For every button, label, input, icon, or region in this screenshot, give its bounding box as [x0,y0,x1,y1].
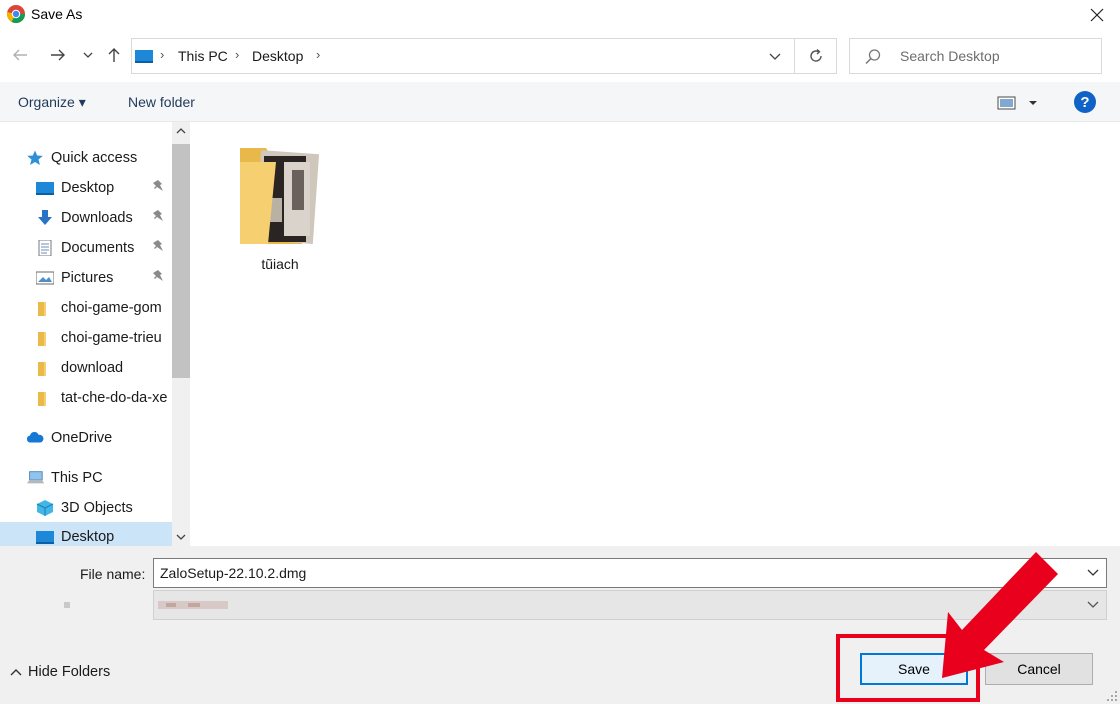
breadcrumb-separator: › [160,47,165,62]
chevron-down-icon [83,52,93,58]
document-icon [38,240,52,256]
sidebar-item-pictures[interactable]: Pictures [0,263,172,293]
arrow-up-icon [108,48,120,62]
back-button[interactable] [8,42,32,68]
download-arrow-icon [38,210,52,225]
sidebar-item-label: Quick access [51,150,138,166]
search-icon [865,49,881,65]
cancel-button[interactable]: Cancel [985,653,1093,685]
sidebar-item-label: choi-game-gom [61,300,162,316]
save-as-type-label [62,598,146,612]
sidebar-item-label: 3D Objects [61,500,133,516]
sidebar-item-documents[interactable]: Documents [0,233,172,263]
close-icon [1090,8,1104,22]
recent-locations-button[interactable] [78,42,98,68]
sidebar-item-downloads[interactable]: Downloads [0,203,172,233]
navigation-pane: Quick access Desktop Downloads Documents… [0,122,190,546]
arrow-right-icon [51,49,65,61]
sidebar-item-quick-access[interactable]: Quick access [0,143,172,173]
pin-icon [152,180,164,195]
sidebar-item-download[interactable]: download [0,353,172,383]
search-input[interactable]: Search Desktop [900,48,1000,64]
save-button[interactable]: Save [860,653,968,685]
file-name-label: File name: [80,566,146,582]
sidebar-item-choi-game-gom[interactable]: choi-game-gom [0,293,172,323]
sidebar-item-3d-objects[interactable]: 3D Objects [0,493,172,523]
chevron-down-icon[interactable] [1086,597,1100,611]
star-icon [27,150,43,165]
scrollbar-thumb[interactable] [172,144,190,378]
folder-with-images-icon [240,148,320,244]
cloud-icon [26,432,44,443]
desktop-icon [36,531,54,544]
sidebar-scrollbar[interactable] [172,122,190,546]
address-history-dropdown[interactable] [763,42,787,70]
cube-icon [36,500,54,516]
sidebar-item-tat-che-do-da-xe[interactable]: tat-che-do-da-xe [0,383,172,413]
chevron-down-icon[interactable] [1086,565,1100,579]
save-as-type-dropdown[interactable] [153,590,1107,620]
search-box[interactable]: Search Desktop [849,38,1102,74]
view-icon [997,96,1037,110]
scroll-down-icon[interactable] [175,530,187,544]
sidebar-item-label: Desktop [61,529,115,545]
file-list[interactable]: tũiach [190,122,1120,546]
help-button[interactable]: ? [1074,91,1096,113]
sidebar-item-label: tat-che-do-da-xe [61,390,168,406]
breadcrumb-separator: › [316,47,321,62]
sidebar-item-label: This PC [51,470,103,486]
sidebar-item-desktop-selected[interactable]: Desktop [0,522,172,546]
chevron-up-icon [10,669,22,676]
hide-folders-button[interactable]: Hide Folders [10,664,110,680]
breadcrumb-desktop[interactable]: Desktop [252,48,303,64]
refresh-icon [809,48,822,62]
sidebar-item-label: OneDrive [51,430,113,446]
new-folder-button[interactable]: New folder [128,94,195,110]
computer-icon [26,471,44,484]
title-bar: Save As [0,0,1120,30]
sidebar-item-this-pc[interactable]: This PC [0,463,172,493]
chrome-icon [6,5,26,24]
scroll-up-icon[interactable] [175,124,187,138]
change-view-button[interactable] [996,94,1042,112]
folder-label[interactable]: tũiach [236,256,324,272]
sidebar-item-onedrive[interactable]: OneDrive [0,423,172,453]
pin-icon [152,240,164,255]
refresh-button[interactable] [795,38,837,74]
close-button[interactable] [1074,0,1120,30]
sidebar-item-desktop[interactable]: Desktop [0,173,172,203]
folder-icon [38,332,46,346]
sidebar-item-choi-game-trieu[interactable]: choi-game-trieu [0,323,172,353]
desktop-icon [36,182,54,195]
blurred-text-icon [158,601,228,609]
dialog-footer: Hide Folders Save Cancel [0,632,1120,704]
file-name-value[interactable]: ZaloSetup-22.10.2.dmg [160,565,306,581]
breadcrumb-this-pc[interactable]: This PC [178,48,228,64]
forward-button[interactable] [46,42,70,68]
folder-icon [38,362,46,376]
resize-grip-icon[interactable] [1104,688,1118,702]
desktop-icon [135,50,153,63]
blurred-text-icon [64,602,70,608]
folder-item[interactable] [236,142,324,252]
chevron-down-icon [769,53,781,60]
pin-icon [152,210,164,225]
sidebar-item-label: download [61,360,124,376]
sidebar-item-label: choi-game-trieu [61,330,162,346]
arrow-left-icon [13,49,27,61]
breadcrumb-separator: › [235,47,240,62]
folder-icon [38,302,46,316]
window-title: Save As [31,6,83,22]
organize-menu[interactable]: Organize ▾ [18,94,86,111]
picture-icon [36,271,54,285]
up-button[interactable] [102,42,126,68]
folder-icon [38,392,46,406]
address-bar[interactable]: › This PC › Desktop › [131,38,795,74]
pin-icon [152,270,164,285]
file-fields: File name: ZaloSetup-22.10.2.dmg [0,546,1120,632]
hide-folders-label: Hide Folders [28,664,111,680]
toolbar: Organize ▾ New folder ? [0,82,1120,122]
file-name-field[interactable]: ZaloSetup-22.10.2.dmg [153,558,1107,588]
